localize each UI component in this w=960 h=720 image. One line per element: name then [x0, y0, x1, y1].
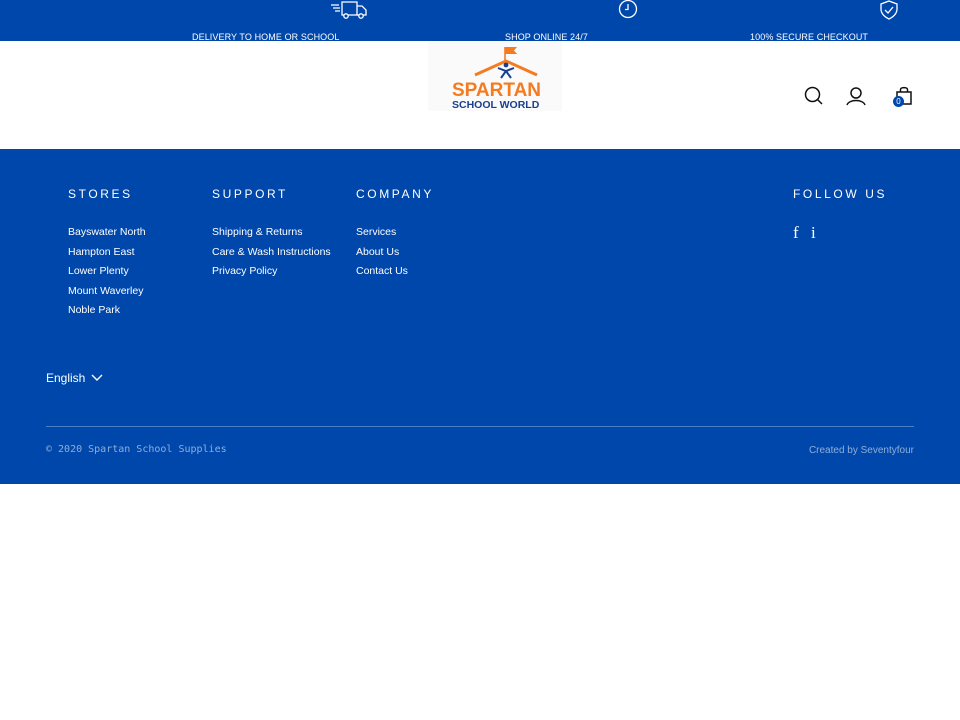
language-selector[interactable]: English: [46, 371, 103, 385]
site-footer: STORES Bayswater North Hampton East Lowe…: [0, 149, 960, 484]
search-icon[interactable]: [804, 86, 824, 111]
footer-link-store[interactable]: Hampton East: [68, 246, 146, 266]
stores-list: Bayswater North Hampton East Lower Plent…: [68, 226, 146, 324]
footer-link-store[interactable]: Noble Park: [68, 304, 146, 324]
follow-heading: FOLLOW US: [793, 187, 888, 201]
language-label: English: [46, 371, 86, 385]
promo-secure-checkout: 100% SECURE CHECKOUT: [750, 0, 898, 42]
logo-line1: SPARTAN: [452, 80, 541, 101]
account-icon[interactable]: [846, 86, 866, 111]
delivery-truck-icon: [329, 0, 369, 25]
cart-count-badge: 0: [893, 96, 904, 107]
instagram-icon[interactable]: i: [811, 223, 816, 243]
footer-link-store[interactable]: Mount Waverley: [68, 285, 146, 305]
site-logo[interactable]: SPARTAN SCHOOL WORLD: [428, 41, 562, 111]
copyright-text: © 2020 Spartan School Supplies: [46, 444, 227, 455]
support-heading: SUPPORT: [212, 187, 288, 201]
promo-bar: DELIVERY TO HOME OR SCHOOL SHOP ONLINE 2…: [0, 0, 960, 42]
chevron-down-icon: [85, 371, 103, 385]
footer-link-services[interactable]: Services: [356, 226, 408, 246]
credit-link[interactable]: Created by Seventyfour: [809, 445, 914, 456]
promo-shop-online: SHOP ONLINE 24/7: [505, 0, 638, 42]
clock-icon: [618, 0, 638, 25]
footer-link-store[interactable]: Lower Plenty: [68, 265, 146, 285]
site-header: SPARTAN SCHOOL WORLD: [0, 41, 960, 149]
promo-delivery: DELIVERY TO HOME OR SCHOOL: [192, 0, 367, 42]
stores-heading: STORES: [68, 187, 133, 201]
footer-divider: [46, 426, 914, 427]
footer-link-about[interactable]: About Us: [356, 246, 408, 266]
shield-check-icon: [879, 0, 899, 25]
footer-link-store[interactable]: Bayswater North: [68, 226, 146, 246]
facebook-icon[interactable]: f: [793, 223, 799, 243]
company-list: Services About Us Contact Us: [356, 226, 408, 285]
company-heading: COMPANY: [356, 187, 434, 201]
footer-link-privacy[interactable]: Privacy Policy: [212, 265, 331, 285]
footer-link-shipping[interactable]: Shipping & Returns: [212, 226, 331, 246]
support-list: Shipping & Returns Care & Wash Instructi…: [212, 226, 331, 285]
footer-link-contact[interactable]: Contact Us: [356, 265, 408, 285]
logo-line2: SCHOOL WORLD: [452, 99, 540, 111]
footer-link-care[interactable]: Care & Wash Instructions: [212, 246, 331, 266]
